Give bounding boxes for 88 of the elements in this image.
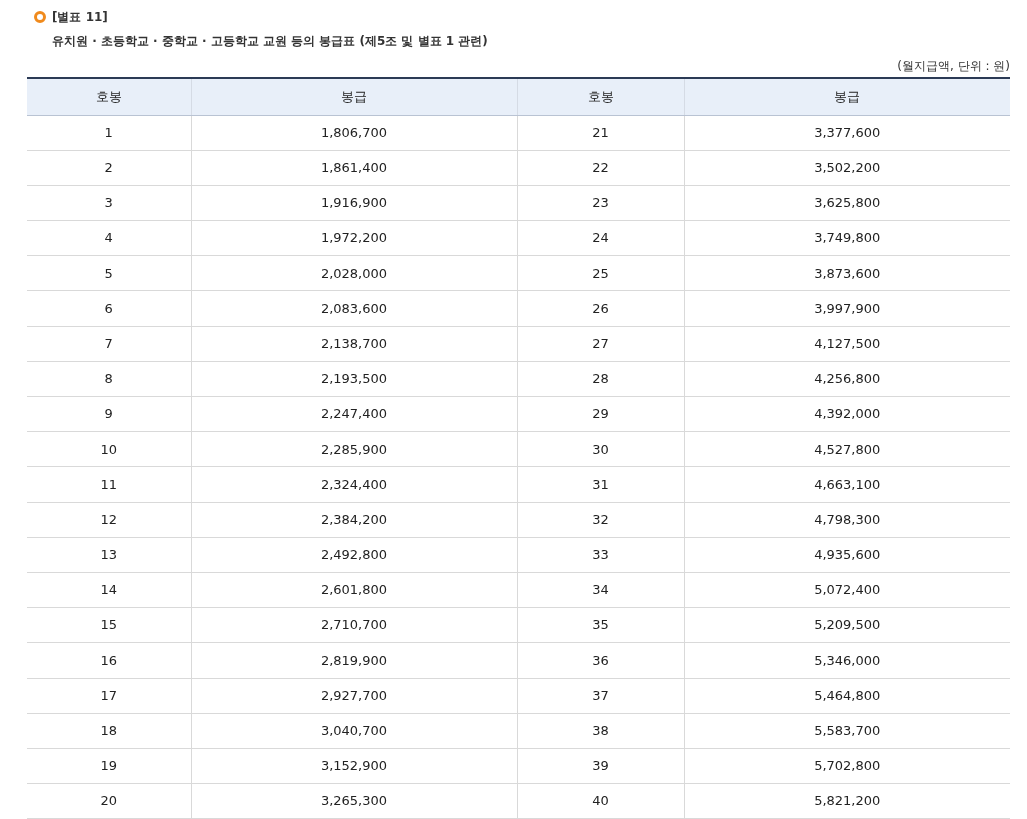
table-cell: 11 (27, 466, 191, 503)
table-cell: 3,749,800 (684, 220, 1010, 256)
table-cell: 4,392,000 (684, 396, 1010, 432)
table-cell: 2,247,400 (191, 396, 517, 432)
table-cell: 6 (27, 290, 191, 327)
table-label: [별표 11] (52, 9, 108, 26)
column-header: 호봉 (27, 78, 191, 115)
table-cell: 37 (517, 678, 684, 714)
table-cell: 1,916,900 (191, 185, 517, 221)
table-cell: 3,377,600 (684, 115, 1010, 151)
table-cell: 40 (517, 783, 684, 819)
table-cell: 30 (517, 431, 684, 467)
table-cell: 5,072,400 (684, 572, 1010, 608)
table-cell: 22 (517, 150, 684, 186)
table-cell: 19 (27, 748, 191, 784)
table-cell: 5 (27, 255, 191, 291)
table-cell: 3,873,600 (684, 255, 1010, 291)
table-cell: 2,601,800 (191, 572, 517, 608)
table-cell: 2,927,700 (191, 678, 517, 714)
table-cell: 32 (517, 502, 684, 538)
table-cell: 4,663,100 (684, 466, 1010, 503)
table-cell: 23 (517, 185, 684, 221)
table-cell: 2,083,600 (191, 290, 517, 327)
table-cell: 24 (517, 220, 684, 256)
table-cell: 9 (27, 396, 191, 432)
table-cell: 2,324,400 (191, 466, 517, 503)
table-cell: 5,346,000 (684, 642, 1010, 678)
table-cell: 17 (27, 678, 191, 714)
table-cell: 31 (517, 466, 684, 503)
table-cell: 26 (517, 290, 684, 327)
table-cell: 28 (517, 361, 684, 397)
table-cell: 2,819,900 (191, 642, 517, 678)
table-cell: 3,625,800 (684, 185, 1010, 221)
table-cell: 2,285,900 (191, 431, 517, 467)
table-cell: 4,527,800 (684, 431, 1010, 467)
column-header: 봉급 (191, 78, 517, 115)
table-cell: 16 (27, 642, 191, 678)
table-cell: 29 (517, 396, 684, 432)
table-cell: 3,997,900 (684, 290, 1010, 327)
column-header: 봉급 (684, 78, 1010, 115)
table-cell: 3,502,200 (684, 150, 1010, 186)
table-cell: 1,806,700 (191, 115, 517, 151)
table-cell: 1,861,400 (191, 150, 517, 186)
table-cell: 3,265,300 (191, 783, 517, 819)
table-cell: 25 (517, 255, 684, 291)
table-cell: 2,492,800 (191, 537, 517, 573)
table-cell: 5,583,700 (684, 713, 1010, 749)
table-cell: 2,193,500 (191, 361, 517, 397)
table-cell: 14 (27, 572, 191, 608)
table-cell: 39 (517, 748, 684, 784)
table-cell: 2,028,000 (191, 255, 517, 291)
table-cell: 2,138,700 (191, 326, 517, 362)
table-cell: 2,710,700 (191, 607, 517, 643)
table-cell: 34 (517, 572, 684, 608)
table-cell: 3,152,900 (191, 748, 517, 784)
table-cell: 4,256,800 (684, 361, 1010, 397)
unit-note: (월지급액, 단위 : 원) (897, 58, 1010, 75)
table-cell: 7 (27, 326, 191, 362)
table-cell: 12 (27, 502, 191, 538)
circle-bullet-icon (34, 11, 46, 23)
column-header: 호봉 (517, 78, 684, 115)
table-cell: 1,972,200 (191, 220, 517, 256)
table-cell: 15 (27, 607, 191, 643)
table-cell: 1 (27, 115, 191, 151)
table-cell: 8 (27, 361, 191, 397)
table-cell: 2,384,200 (191, 502, 517, 538)
table-cell: 38 (517, 713, 684, 749)
table-cell: 33 (517, 537, 684, 573)
table-title: 유치원 · 초등학교 · 중학교 · 고등학교 교원 등의 봉급표 (제5조 및 별표 1 관련) (52, 34, 488, 48)
table-cell: 10 (27, 431, 191, 467)
table-cell: 4,127,500 (684, 326, 1010, 362)
table-cell: 18 (27, 713, 191, 749)
table-cell: 5,702,800 (684, 748, 1010, 784)
table-cell: 36 (517, 642, 684, 678)
table-cell: 5,821,200 (684, 783, 1010, 819)
table-cell: 2 (27, 150, 191, 186)
table-cell: 5,464,800 (684, 678, 1010, 714)
table-cell: 4,935,600 (684, 537, 1010, 573)
table-cell: 5,209,500 (684, 607, 1010, 643)
table-cell: 4 (27, 220, 191, 256)
table-cell: 13 (27, 537, 191, 573)
table-cell: 4,798,300 (684, 502, 1010, 538)
table-cell: 3 (27, 185, 191, 221)
table-cell: 20 (27, 783, 191, 819)
table-cell: 3,040,700 (191, 713, 517, 749)
table-cell: 27 (517, 326, 684, 362)
table-cell: 35 (517, 607, 684, 643)
table-cell: 21 (517, 115, 684, 151)
